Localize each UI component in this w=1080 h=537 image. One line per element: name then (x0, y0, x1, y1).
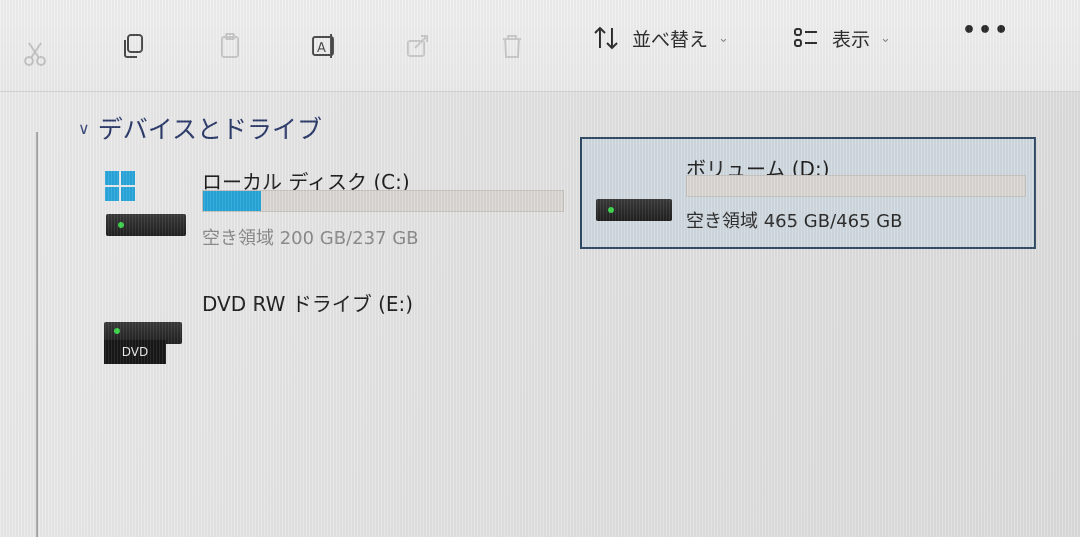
view-icon (794, 28, 817, 47)
chevron-down-icon: ∨ (78, 118, 90, 138)
hdd-icon (596, 199, 672, 221)
drive-usage-bar (686, 175, 1026, 197)
view-button[interactable]: 表示 ⌄ (792, 20, 891, 56)
copy-icon[interactable] (116, 28, 152, 64)
drive-free-space: 空き領域 200 GB/237 GB (202, 228, 419, 249)
cut-icon[interactable] (18, 36, 54, 72)
more-options-button[interactable]: ••• (962, 18, 1010, 43)
view-label: 表示 (832, 28, 871, 51)
chevron-down-icon: ⌄ (880, 30, 891, 46)
navigation-pane-divider[interactable] (36, 132, 38, 537)
file-explorer-window: A 並べ替え ⌄ 表示 ⌄ ••• ∨ デバイスとドライブ ローカル ディスク … (0, 0, 1080, 537)
dvd-label: DVD (104, 340, 166, 364)
command-bar: A 並べ替え ⌄ 表示 ⌄ ••• (0, 0, 1080, 92)
sort-button[interactable]: 並べ替え ⌄ (592, 20, 729, 56)
rename-icon[interactable]: A (306, 28, 342, 64)
sort-icon (594, 26, 618, 50)
delete-icon[interactable] (494, 28, 530, 64)
share-icon[interactable] (400, 28, 436, 64)
drive-item-d[interactable]: ボリューム (D:) 空き領域 465 GB/465 GB (580, 137, 1036, 249)
section-header-devices[interactable]: ∨ デバイスとドライブ (78, 110, 322, 146)
section-title: デバイスとドライブ (97, 115, 322, 144)
windows-logo-icon (105, 171, 135, 201)
sort-label: 並べ替え (632, 28, 709, 51)
drive-name: DVD RW ドライブ (E:) (202, 292, 414, 316)
windows-drive-icon (106, 214, 186, 236)
svg-text:A: A (317, 41, 326, 56)
chevron-down-icon: ⌄ (718, 30, 729, 46)
paste-icon[interactable] (212, 28, 248, 64)
drive-usage-bar (202, 190, 564, 212)
drive-free-space: 空き領域 465 GB/465 GB (686, 211, 903, 232)
